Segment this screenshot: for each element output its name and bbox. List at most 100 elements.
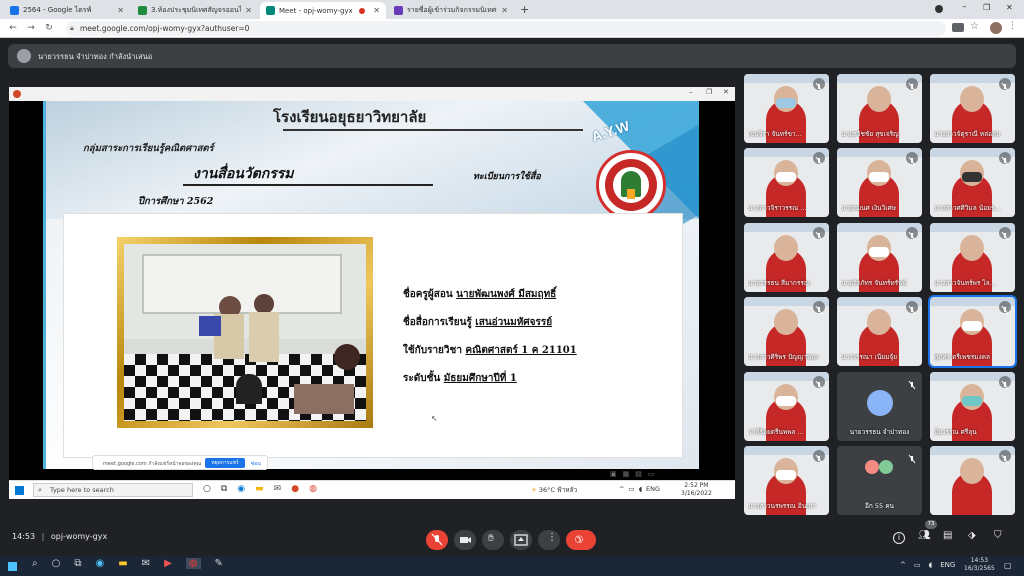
new-tab-button[interactable]: + xyxy=(520,3,529,16)
url-field[interactable]: 🔒︎ meet.google.com/opj-womy-gyx?authuser… xyxy=(66,21,946,36)
slideshow-view-icon[interactable]: ▭ xyxy=(648,470,655,480)
participant-tile[interactable]: นางสาวศศิวิมล น้อยร... xyxy=(930,148,1015,217)
mic-off-button[interactable] xyxy=(426,530,448,550)
mail-icon[interactable]: ✉ xyxy=(274,484,282,494)
profile-avatar[interactable] xyxy=(990,22,1002,34)
paint-icon[interactable]: ✎ xyxy=(215,558,223,569)
window-close-button[interactable]: ✕ xyxy=(723,88,729,96)
people-icon[interactable]: 👥︎ xyxy=(918,530,931,541)
mail-icon[interactable]: ✉ xyxy=(142,558,150,569)
participant-tile[interactable]: นายกมนศ เงินวิเศษ xyxy=(837,148,922,217)
cortana-icon[interactable]: ○ xyxy=(203,484,211,494)
info-icon[interactable]: i xyxy=(893,532,905,544)
browser-tab-drive[interactable]: 2564 - Google ไดรฟ์ ✕ xyxy=(4,2,130,19)
tray-chevron-icon[interactable]: ^ xyxy=(619,485,624,493)
participant-tile[interactable]: นายธวัชชัย สุขเจริญ xyxy=(837,74,922,143)
activities-icon[interactable]: ⬗ xyxy=(968,530,976,541)
close-icon[interactable]: ✕ xyxy=(501,6,508,15)
cortana-icon[interactable]: ○ xyxy=(52,558,61,569)
close-icon[interactable]: ✕ xyxy=(373,6,380,15)
network-icon[interactable]: ▭ xyxy=(914,561,921,569)
file-explorer-icon[interactable]: ▬ xyxy=(118,558,127,569)
browser-tab-forms[interactable]: รายชื่อผู้เข้าร่วมกิจกรรมนิเทศสัญจรออนไ.… xyxy=(388,2,514,19)
more-options-button[interactable]: ⋮ xyxy=(538,530,560,550)
close-icon[interactable]: ✕ xyxy=(117,6,124,15)
file-explorer-icon[interactable]: ▬ xyxy=(255,484,264,494)
browser-tab-meet[interactable]: Meet - opj-womy-gyx ✕ xyxy=(260,2,386,19)
participant-tile[interactable]: นางสาวจิราวรรณ ... xyxy=(744,148,829,217)
chat-icon[interactable]: ▤ xyxy=(943,530,952,541)
edge-icon[interactable]: ◉ xyxy=(95,558,104,569)
chrome-icon[interactable]: ◍ xyxy=(185,558,201,569)
media-player-icon[interactable]: ▶ xyxy=(164,558,172,569)
search-icon[interactable]: ⌕ xyxy=(32,558,38,569)
participant-tile[interactable]: ว่าที่ร้อยตรีนพพล ... xyxy=(744,372,829,441)
camera-indicator-icon[interactable] xyxy=(952,23,964,32)
hide-notice-button[interactable]: ซ่อน xyxy=(251,460,261,468)
participant-tile[interactable]: นางสาวจันทร์พร ไล... xyxy=(930,223,1015,292)
reload-icon[interactable]: ↻ xyxy=(42,22,56,35)
more-menu-icon[interactable]: ⋮ xyxy=(1008,21,1017,31)
back-icon[interactable]: ← xyxy=(6,22,20,35)
windows-start-icon[interactable] xyxy=(8,562,17,571)
host-controls-icon[interactable]: ⛉ xyxy=(994,530,1002,541)
tray-chevron-icon[interactable]: ^ xyxy=(900,561,906,569)
end-call-icon: ✆ xyxy=(571,531,586,546)
raise-hand-button[interactable]: ✋︎ xyxy=(482,530,504,550)
tab-title: Meet - opj-womy-gyx xyxy=(279,6,353,15)
meeting-info: 14:53 | opj-womy-gyx xyxy=(12,532,108,541)
maximize-button[interactable]: ❐ xyxy=(983,3,990,12)
taskbar-search-box[interactable]: ⌕ Type here to search xyxy=(33,483,193,497)
network-icon[interactable]: ▭ xyxy=(628,485,634,493)
volume-icon[interactable]: ◖ xyxy=(929,561,933,569)
lock-icon: 🔒︎ xyxy=(70,24,74,32)
window-close-button[interactable]: ✕ xyxy=(1006,3,1013,12)
reading-view-icon[interactable]: ▤ xyxy=(635,470,642,480)
participant-tile[interactable]: อีก 55 คน xyxy=(837,446,922,515)
leave-call-button[interactable]: ✆ xyxy=(566,530,596,550)
participant-tile[interactable]: เจนจิรา จันทร์ขา... xyxy=(744,74,829,143)
weather-widget[interactable]: ☀ 36°C ฟ้าหลัว xyxy=(531,485,577,495)
task-view-icon[interactable]: ⧉ xyxy=(221,484,227,494)
task-view-icon[interactable]: ⧉ xyxy=(74,558,81,569)
normal-view-icon[interactable]: ▣ xyxy=(610,470,617,480)
participant-tile[interactable]: ศุภศร ตรีเพชรมงคล xyxy=(928,295,1017,368)
present-button[interactable] xyxy=(510,530,532,550)
language-indicator[interactable]: ENG xyxy=(940,561,955,569)
participant-tile[interactable]: นายวรรธน จำปาทอง xyxy=(837,372,922,441)
participant-tile[interactable]: นางสาวศิริพร ปัญญาทอง xyxy=(744,297,829,366)
powerpoint-taskbar-icon[interactable]: ● xyxy=(291,484,299,494)
volume-icon[interactable]: ◖ xyxy=(639,485,642,493)
windows-start-icon[interactable] xyxy=(15,486,24,495)
participant-tile[interactable]: นายวรรธน สีมากรรณ xyxy=(744,223,829,292)
browser-tab-classroom[interactable]: 3.ห้องประชุมนิเทศสัญจรออนไลน์กลา... ✕ xyxy=(132,2,258,19)
maximize-button[interactable]: ❐ xyxy=(706,88,712,96)
subtitle-underline xyxy=(183,184,433,186)
meeting-controls-bar: 14:53 | opj-womy-gyx ✋︎ ⋮ ✆ i 👥︎ 73 ▤ ⬗ … xyxy=(0,520,1024,556)
media-control-icon[interactable] xyxy=(935,5,943,13)
sorter-view-icon[interactable]: ▦ xyxy=(623,470,630,480)
participant-tile[interactable]: นางสาวจัตุราณี หล่อสม xyxy=(930,74,1015,143)
close-icon[interactable]: ✕ xyxy=(245,6,252,15)
bookmark-star-icon[interactable]: ☆ xyxy=(970,21,979,32)
language-indicator[interactable]: ENG xyxy=(646,485,660,493)
participant-tile[interactable]: นางวรรณา เนียมจุ้ย xyxy=(837,297,922,366)
minimize-button[interactable]: – xyxy=(689,88,693,96)
share-notice-text: meet.google.com กำลังแชร์หน้าจอของคุณ xyxy=(103,461,202,467)
taskbar-clock[interactable]: 14:53 16/3/2565 xyxy=(964,557,995,573)
forward-icon[interactable]: → xyxy=(24,22,38,35)
notifications-icon[interactable]: ▢ xyxy=(1004,561,1012,570)
chrome-icon[interactable]: ◍ xyxy=(309,484,317,494)
stop-sharing-button[interactable]: หยุดการแชร์ xyxy=(205,458,245,468)
minimize-button[interactable]: – xyxy=(962,2,967,12)
camera-button[interactable] xyxy=(454,530,476,550)
participant-tile[interactable]: ปิยวรรณ ศรีลุน xyxy=(930,372,1015,441)
participant-tile[interactable]: นายจิรภัทร จันทร์ทรัพย์ xyxy=(837,223,922,292)
edge-icon[interactable]: ◉ xyxy=(237,484,245,494)
classroom-photo xyxy=(124,244,366,421)
participant-tile[interactable] xyxy=(930,446,1015,515)
participant-tile[interactable]: นางสาวนรพรรณ อินเถา xyxy=(744,446,829,515)
presenter-avatar xyxy=(17,49,31,63)
mic-muted-icon xyxy=(906,376,918,390)
taskbar-clock[interactable]: 2:52 PM 3/16/2022 xyxy=(681,482,712,498)
